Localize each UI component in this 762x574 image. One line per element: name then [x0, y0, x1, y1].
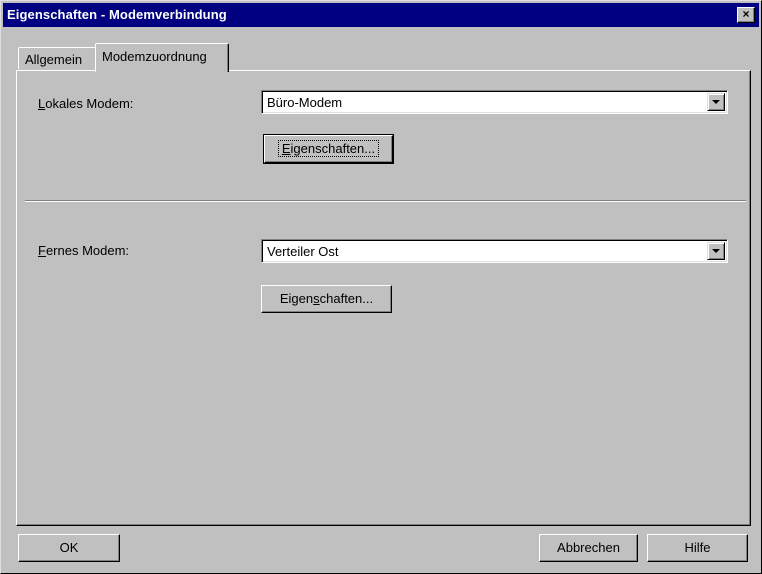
- chevron-down-icon[interactable]: [707, 93, 725, 111]
- remote-properties-button[interactable]: Eigenschaften...: [261, 285, 392, 313]
- local-properties-button[interactable]: Eigenschaften...: [263, 134, 394, 164]
- remote-modem-label: Fernes Modem:: [38, 243, 129, 258]
- tab-allgemein[interactable]: Allgemein: [18, 47, 97, 69]
- tab-modemzuordnung[interactable]: Modemzuordnung: [95, 43, 229, 72]
- remote-modem-select[interactable]: Verteiler Ost: [261, 239, 728, 263]
- close-button[interactable]: ×: [737, 7, 755, 23]
- separator: [25, 200, 746, 202]
- remote-properties-after: chaften...: [319, 291, 374, 306]
- chevron-down-icon[interactable]: [707, 242, 725, 260]
- local-modem-label: Lokales Modem:: [38, 96, 133, 111]
- local-modem-label-text: okales Modem:: [45, 96, 134, 111]
- dialog-window: Eigenschaften - Modemverbindung × Allgem…: [0, 0, 762, 574]
- cancel-button[interactable]: Abbrechen: [539, 534, 638, 562]
- ok-button[interactable]: OK: [18, 534, 120, 562]
- local-properties-mnemonic: E: [281, 141, 291, 156]
- remote-modem-value: Verteiler Ost: [267, 244, 339, 259]
- remote-properties-before: Eigen: [279, 291, 314, 306]
- local-properties-after: igenschaften...: [290, 141, 376, 156]
- remote-modem-label-mnemonic: F: [38, 243, 46, 258]
- window-title: Eigenschaften - Modemverbindung: [7, 7, 227, 22]
- help-button[interactable]: Hilfe: [647, 534, 748, 562]
- remote-modem-label-text: ernes Modem:: [45, 243, 130, 258]
- local-modem-value: Büro-Modem: [267, 95, 343, 110]
- title-bar[interactable]: Eigenschaften - Modemverbindung ×: [3, 3, 759, 27]
- focus-rect: Eigenschaften...: [277, 140, 380, 157]
- local-modem-select[interactable]: Büro-Modem: [261, 90, 728, 114]
